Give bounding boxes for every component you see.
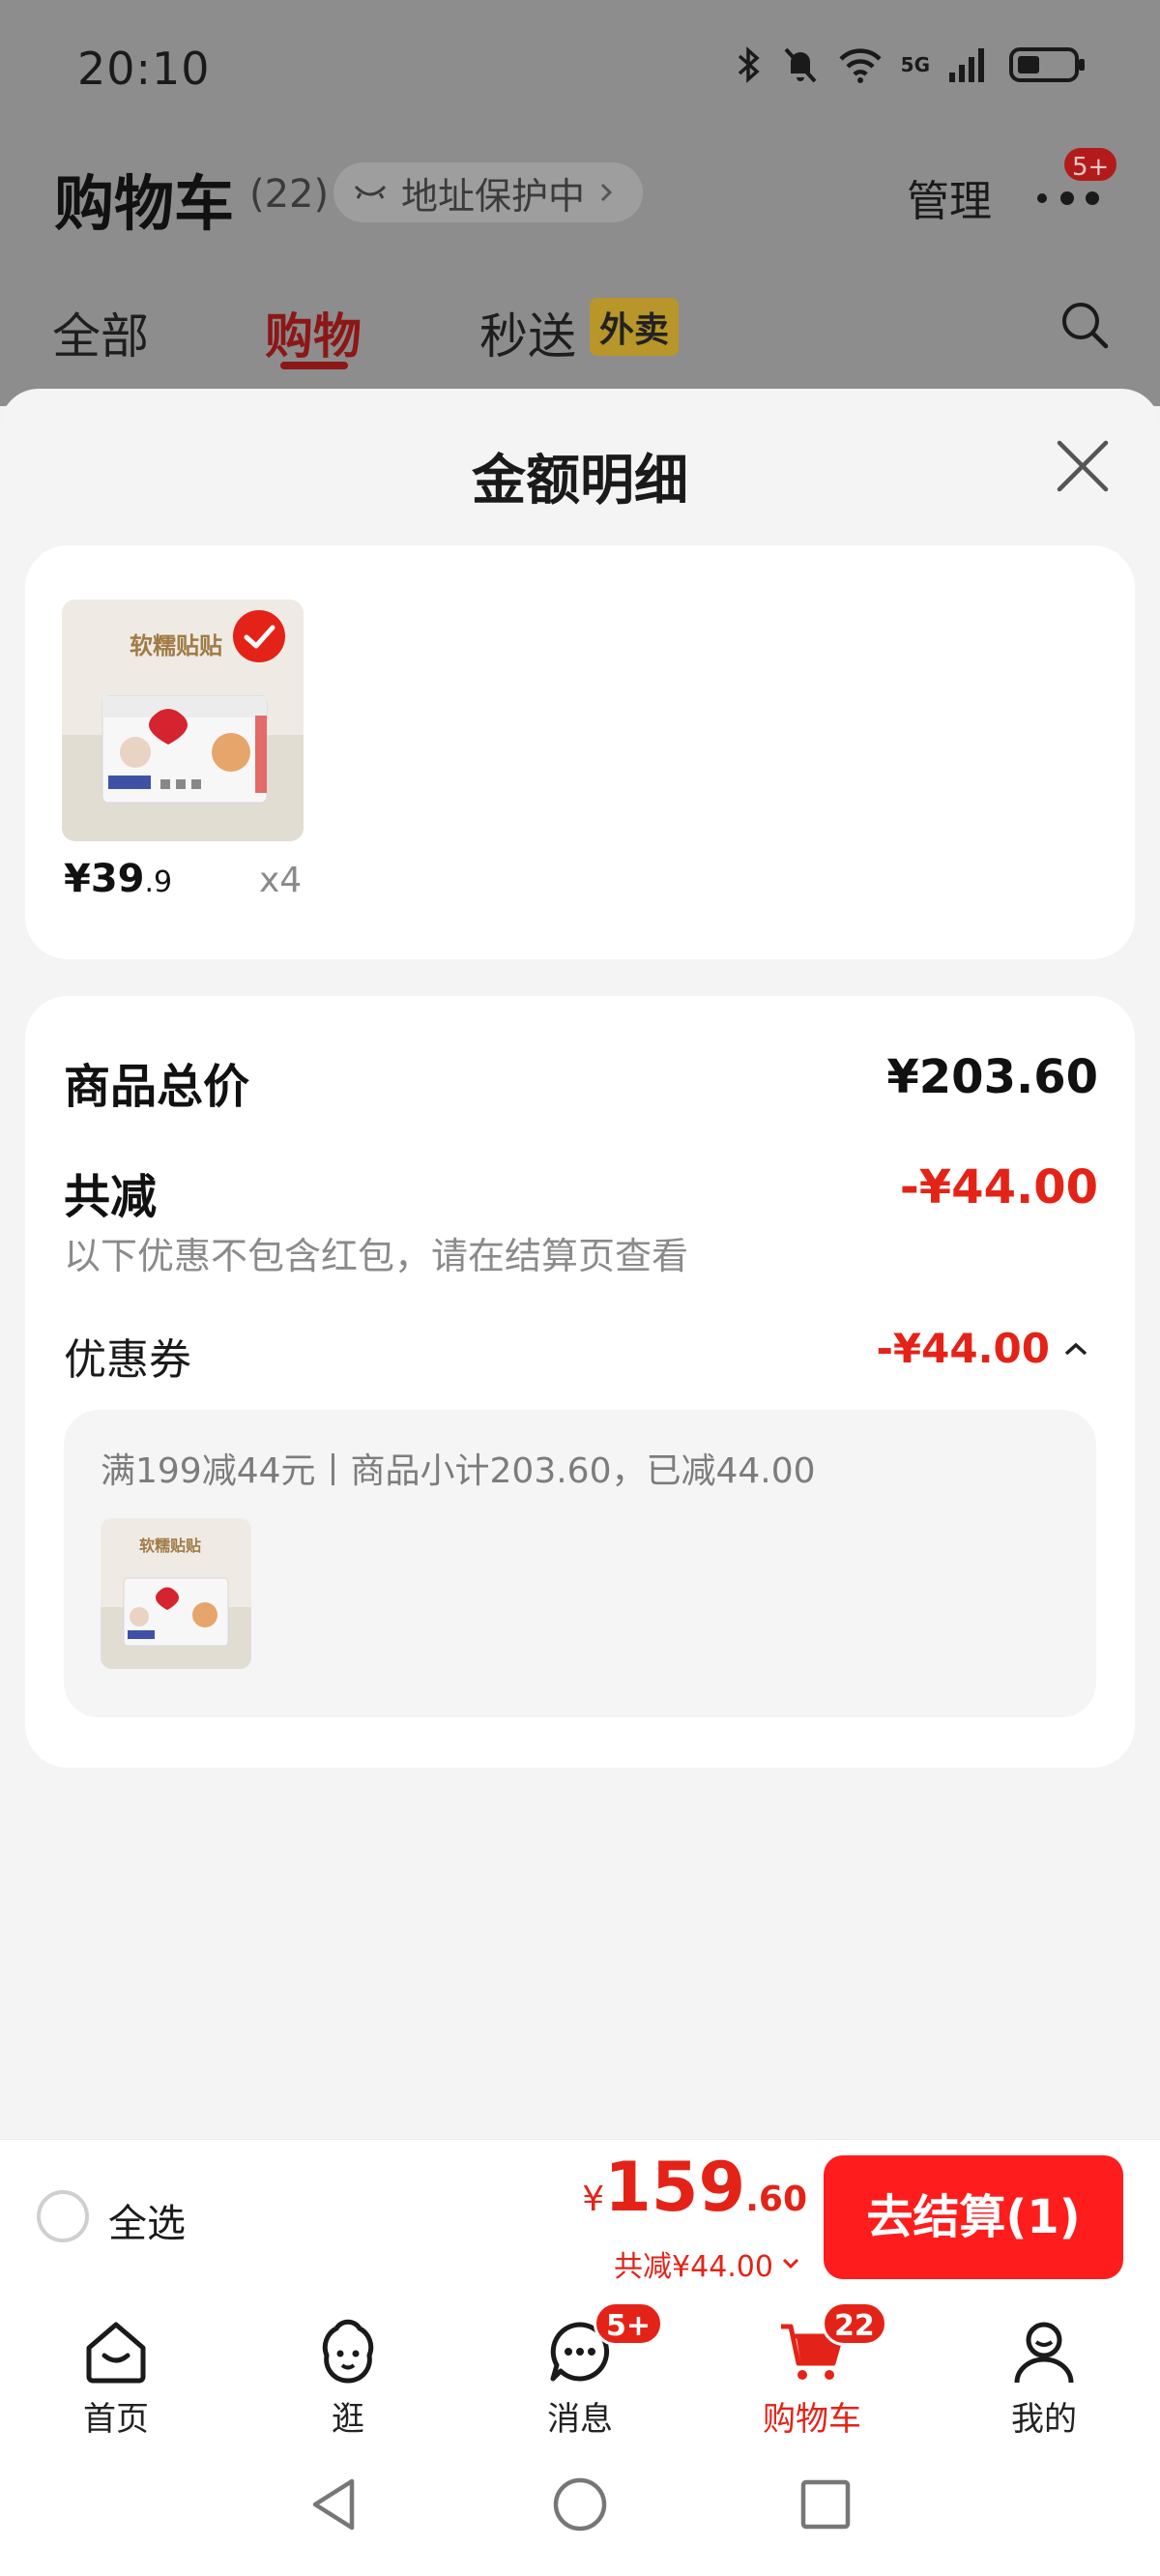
- tab-shopping[interactable]: 购物: [265, 298, 362, 367]
- cart-badge: 22: [822, 2301, 887, 2346]
- select-all-label[interactable]: 全选: [108, 2192, 186, 2248]
- tab-browse[interactable]: 逛: [251, 2294, 445, 2439]
- close-icon[interactable]: [1056, 439, 1110, 493]
- tab-home-label: 首页: [83, 2400, 149, 2439]
- wifi-icon: [839, 48, 882, 83]
- coupon-detail-box: 满199减44元丨商品小计203.60，已减44.00 软糯贴贴: [64, 1410, 1096, 1717]
- checkout-button[interactable]: 去结算(1): [824, 2155, 1123, 2279]
- product-quantity: x4: [259, 861, 303, 900]
- checked-icon[interactable]: [232, 609, 286, 663]
- total-price-label: 商品总价: [64, 1060, 250, 1114]
- network-type: 5G: [900, 53, 930, 76]
- home-icon: [86, 2322, 146, 2384]
- price-summary-card: 商品总价 ¥203.60 共减 -¥44.00 以下优惠不包含红包，请在结算页查…: [25, 996, 1135, 1768]
- tab-profile[interactable]: 我的: [947, 2294, 1141, 2439]
- diaper-package-image: 软糯贴贴: [101, 1518, 251, 1669]
- home-nav-icon[interactable]: [551, 2475, 609, 2533]
- tab-cart[interactable]: 22 购物车: [715, 2294, 909, 2439]
- bottom-tab-bar: 首页 逛 5+ 消息 22 购物车 我的: [0, 2294, 1160, 2439]
- status-icons: 5G: [735, 44, 1087, 85]
- product-price: ¥39.9: [64, 857, 172, 901]
- tab-messages[interactable]: 5+ 消息: [483, 2294, 677, 2439]
- address-protection-pill[interactable]: 地址保护中: [334, 162, 643, 222]
- total-price-value: ¥203.60: [886, 1050, 1098, 1104]
- coupon-thumb-label: 软糯贴贴: [139, 1537, 201, 1555]
- product-price-int: ¥39: [64, 857, 145, 901]
- back-icon[interactable]: [307, 2475, 362, 2533]
- cart-count: (22): [249, 172, 330, 217]
- tab-instant[interactable]: 秒送: [479, 298, 576, 367]
- coupon-value: -¥44.00: [876, 1325, 1050, 1372]
- manage-button[interactable]: 管理: [907, 166, 992, 228]
- browse-icon: [322, 2319, 374, 2384]
- system-nav-bar: [0, 2439, 1160, 2576]
- active-tab-indicator: [280, 362, 348, 369]
- amount-detail-sheet: 金额明细 软糯贴贴 ¥39.9 x4 商品总价 ¥203.60 共减 -¥44.…: [0, 389, 1160, 2139]
- select-all-radio[interactable]: [37, 2190, 89, 2242]
- waimai-tag: 外卖: [590, 298, 680, 356]
- tab-all[interactable]: 全部: [52, 298, 149, 367]
- coupon-label: 优惠券: [64, 1335, 191, 1385]
- product-price-dec: .9: [144, 865, 173, 899]
- tab-home[interactable]: 首页: [19, 2294, 213, 2439]
- profile-icon: [1014, 2322, 1074, 2384]
- bluetooth-icon: [738, 46, 760, 83]
- tab-browse-label: 逛: [332, 2400, 364, 2439]
- tab-profile-label: 我的: [1011, 2400, 1077, 2439]
- search-icon[interactable]: [1058, 298, 1112, 352]
- coupon-toggle[interactable]: -¥44.00: [876, 1325, 1088, 1372]
- sheet-title: 金额明细: [472, 450, 688, 512]
- status-bar: 20:10 5G: [0, 0, 1160, 145]
- total-currency: ¥: [582, 2180, 605, 2219]
- coupon-description: 满199减44元丨商品小计203.60，已减44.00: [101, 1451, 816, 1491]
- discount-note: 以下优惠不包含红包，请在结算页查看: [64, 1235, 689, 1277]
- total-discount-toggle[interactable]: 共减¥44.00: [614, 2242, 800, 2285]
- signal-icon: [949, 48, 984, 82]
- address-pill-label: 地址保护中: [401, 174, 586, 218]
- eye-closed-icon: [354, 185, 387, 199]
- checkout-bar: 全选 ¥159.60 共减¥44.00 去结算(1): [0, 2139, 1160, 2294]
- product-thumb-label: 软糯贴贴: [130, 632, 222, 659]
- messages-badge: 5+: [594, 2301, 664, 2346]
- coupon-product-thumbnail[interactable]: 软糯贴贴: [101, 1518, 251, 1669]
- battery-icon: [1009, 47, 1085, 82]
- status-time: 20:10: [77, 43, 211, 95]
- chevron-up-icon: [1064, 1342, 1088, 1355]
- selected-products-card: 软糯贴贴 ¥39.9 x4: [25, 545, 1135, 959]
- discount-label: 共减: [64, 1170, 158, 1224]
- total-dec: .60: [745, 2180, 807, 2219]
- page-title: 购物车: [54, 168, 235, 239]
- recents-icon[interactable]: [798, 2475, 853, 2533]
- cart-tabs: 全部 购物 秒送: [0, 290, 1160, 387]
- tab-cart-label: 购物车: [763, 2400, 861, 2439]
- tab-messages-label: 消息: [547, 2400, 613, 2439]
- more-badge: 5+: [1061, 145, 1120, 184]
- chevron-right-icon: [600, 183, 613, 202]
- total-int: 159: [604, 2148, 746, 2227]
- total-discount-text: 共减¥44.00: [614, 2250, 773, 2284]
- mute-bell-icon: [784, 47, 817, 83]
- discount-value: -¥44.00: [899, 1160, 1098, 1215]
- chevron-down-icon: [782, 2258, 799, 2269]
- total-amount: ¥159.60: [582, 2148, 807, 2227]
